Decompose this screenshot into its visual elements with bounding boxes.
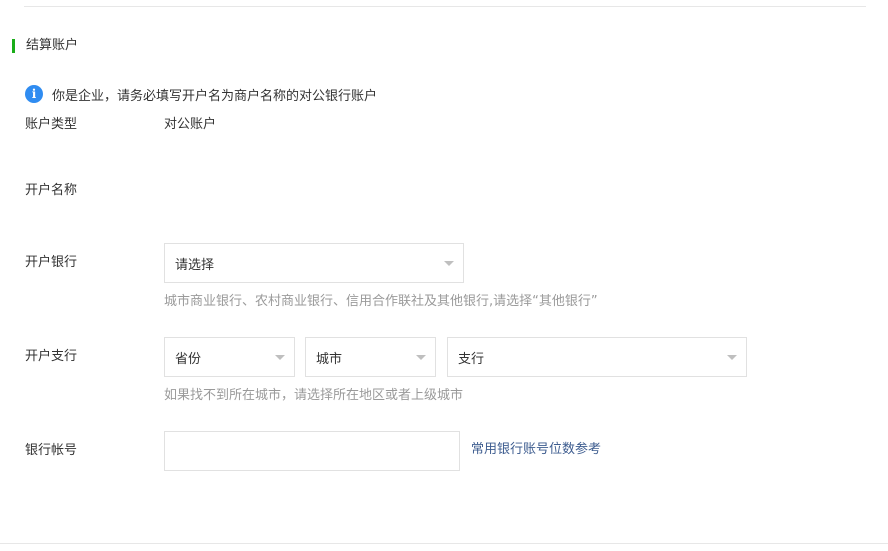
branch-select[interactable]: 支行	[447, 337, 747, 377]
top-divider	[24, 6, 866, 7]
city-select[interactable]: 城市	[305, 337, 436, 377]
notice-text: 你是企业，请务必填写开户名为商户名称的对公银行账户	[52, 88, 378, 104]
info-icon: i	[25, 85, 43, 103]
province-select[interactable]: 省份	[164, 337, 295, 377]
bottom-divider	[0, 543, 888, 544]
chevron-down-icon	[275, 355, 285, 360]
branch-select-value: 支行	[458, 351, 485, 367]
province-select-value: 省份	[175, 351, 202, 367]
bank-select[interactable]: 请选择	[164, 243, 464, 283]
branch-label: 开户支行	[25, 349, 78, 364]
account-type-value: 对公账户	[164, 117, 217, 132]
bank-select-value: 请选择	[175, 257, 215, 273]
notice: i 你是企业，请务必填写开户名为商户名称的对公银行账户	[25, 85, 378, 104]
section-title-text: 结算账户	[26, 38, 79, 53]
account-digits-reference-link[interactable]: 常用银行账号位数参考	[471, 441, 601, 459]
account-number-input[interactable]	[164, 431, 460, 471]
city-select-value: 城市	[316, 351, 343, 367]
chevron-down-icon	[727, 355, 737, 360]
account-name-label: 开户名称	[25, 183, 78, 198]
section-accent-bar	[12, 39, 15, 53]
section-title: 结算账户	[12, 38, 78, 54]
bank-label: 开户银行	[25, 255, 78, 270]
bank-hint: 城市商业银行、农村商业银行、信用合作联社及其他银行,请选择“其他银行”	[164, 294, 598, 309]
branch-hint: 如果找不到所在城市，请选择所在地区或者上级城市	[164, 388, 464, 403]
account-type-label: 账户类型	[25, 117, 78, 132]
chevron-down-icon	[444, 261, 454, 266]
account-number-label: 银行帐号	[25, 443, 78, 458]
chevron-down-icon	[416, 355, 426, 360]
